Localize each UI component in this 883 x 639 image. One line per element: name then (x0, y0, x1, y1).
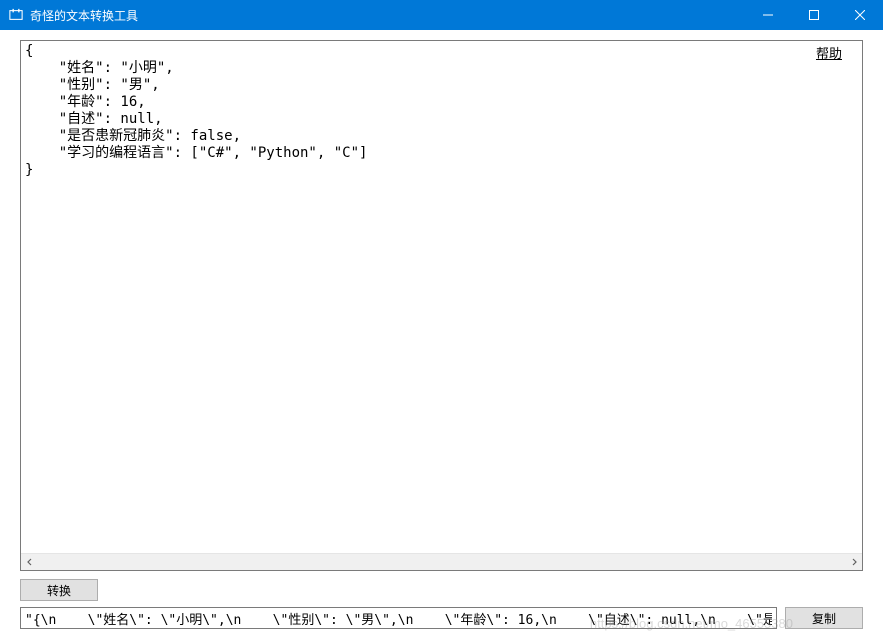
titlebar: 奇怪的文本转换工具 (0, 0, 883, 30)
convert-row: 转换 (20, 579, 863, 601)
close-button[interactable] (837, 0, 883, 30)
help-link[interactable]: 帮助 (816, 43, 842, 62)
horizontal-scrollbar[interactable] (21, 553, 862, 570)
main-textarea-container: 帮助 (20, 40, 863, 571)
copy-button[interactable]: 复制 (785, 607, 863, 629)
scroll-left-arrow[interactable] (21, 554, 38, 571)
client-area: 帮助 转换 复制 (0, 30, 883, 639)
scroll-track[interactable] (38, 554, 845, 570)
scroll-right-arrow[interactable] (845, 554, 862, 571)
window-title: 奇怪的文本转换工具 (30, 7, 745, 24)
output-input[interactable] (20, 607, 777, 629)
convert-button[interactable]: 转换 (20, 579, 98, 601)
app-icon (8, 7, 24, 23)
input-textarea[interactable] (21, 41, 862, 553)
minimize-button[interactable] (745, 0, 791, 30)
output-row: 复制 (20, 607, 863, 629)
maximize-button[interactable] (791, 0, 837, 30)
window-controls (745, 0, 883, 30)
